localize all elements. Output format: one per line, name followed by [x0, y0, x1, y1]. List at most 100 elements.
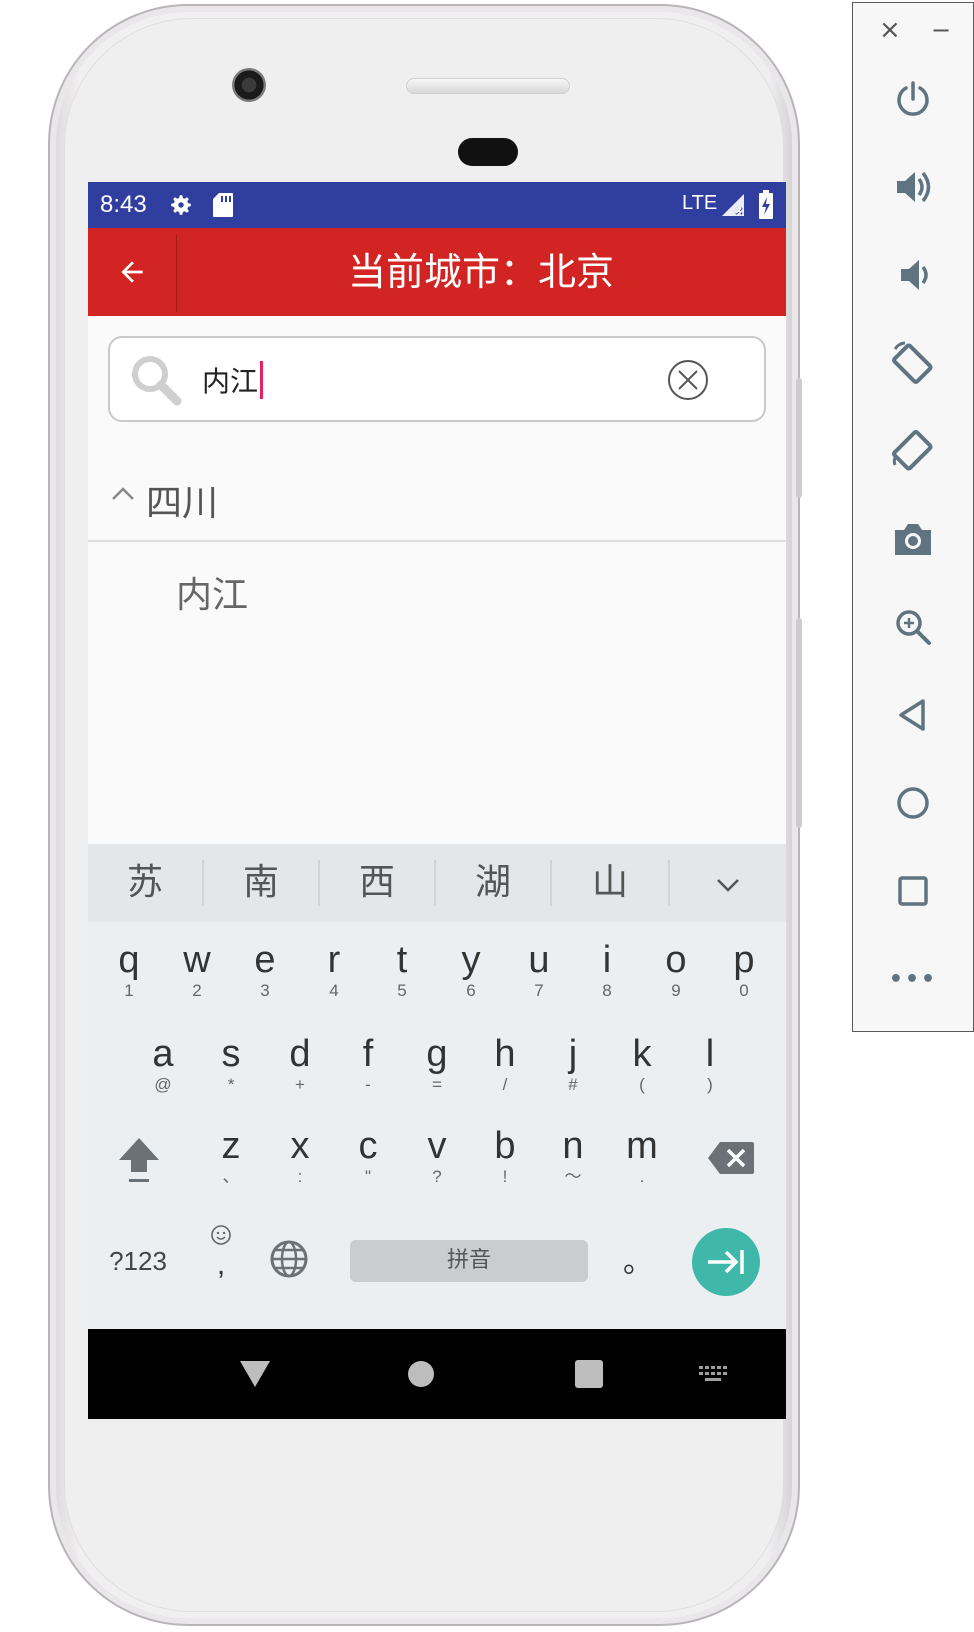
key-h[interactable]: h /: [472, 1034, 538, 1096]
key-s[interactable]: s *: [198, 1034, 264, 1096]
key-q[interactable]: q1: [96, 940, 162, 1002]
key-hint: *: [227, 1075, 235, 1094]
key-hint: 2: [192, 981, 202, 1000]
key-w[interactable]: w2: [164, 940, 230, 1002]
key-r[interactable]: r4: [301, 940, 367, 1002]
rotate-right-button[interactable]: [853, 421, 973, 481]
page-title: 当前城市：北京: [347, 250, 614, 294]
more-button[interactable]: •••: [853, 949, 973, 1009]
key-c[interactable]: c ": [335, 1126, 401, 1188]
key-v[interactable]: v?: [404, 1126, 470, 1188]
symbols-key[interactable]: ?123: [100, 1240, 176, 1282]
key-label: v: [427, 1125, 447, 1167]
volume-down-button[interactable]: [853, 245, 973, 305]
clear-icon[interactable]: [666, 358, 710, 406]
key-label: d: [289, 1033, 311, 1075]
shift-key[interactable]: [106, 1134, 172, 1194]
settings-icon: [168, 192, 194, 222]
candidate-word[interactable]: 南: [204, 844, 318, 922]
city-label: 内江: [176, 575, 249, 616]
key-n[interactable]: n ～: [540, 1126, 606, 1188]
keyboard-icon: [699, 1366, 727, 1381]
key-i[interactable]: i8: [574, 940, 640, 1002]
key-hint: @: [154, 1075, 172, 1094]
minimize-button[interactable]: −: [931, 17, 951, 43]
province-group-header[interactable]: 四川: [88, 450, 786, 542]
key-hint: #: [568, 1075, 578, 1094]
expand-candidates-button[interactable]: [670, 844, 786, 922]
emulator-overview-button[interactable]: [853, 861, 973, 921]
key-label: p: [733, 939, 755, 981]
volume-up-button[interactable]: [853, 157, 973, 217]
key-d[interactable]: d +: [267, 1034, 333, 1096]
key-label: j: [568, 1033, 578, 1075]
nav-recents-button[interactable]: [574, 1359, 604, 1393]
key-o[interactable]: o9: [643, 940, 709, 1002]
power-side-button: [796, 378, 802, 498]
back-button[interactable]: [88, 228, 176, 316]
rotate-left-button[interactable]: [853, 333, 973, 393]
rotate-left-icon: [892, 341, 933, 384]
navigation-bar: [88, 1329, 786, 1419]
key-m[interactable]: m.: [609, 1126, 675, 1188]
globe-icon: [270, 1240, 308, 1278]
city-list-item[interactable]: 内江: [88, 544, 786, 624]
emoji-comma-key[interactable]: ,: [198, 1224, 244, 1280]
key-hint: 8: [602, 981, 612, 1000]
power-button[interactable]: [853, 69, 973, 129]
key-label: u: [528, 939, 550, 981]
key-hint: 3: [260, 981, 270, 1000]
key-label: r: [327, 939, 341, 981]
key-j[interactable]: j #: [540, 1034, 606, 1096]
nav-home-button[interactable]: [406, 1359, 436, 1393]
key-hint: 1: [124, 981, 134, 1000]
backspace-key[interactable]: [698, 1140, 764, 1180]
key-y[interactable]: y6: [438, 940, 504, 1002]
key-k[interactable]: k(: [609, 1034, 675, 1096]
key-hint: +: [295, 1075, 305, 1094]
backspace-icon: [708, 1142, 754, 1174]
search-input[interactable]: 内江: [108, 336, 766, 422]
key-p[interactable]: p0: [711, 940, 777, 1002]
keyboard-switch-button[interactable]: [698, 1365, 728, 1389]
screenshot-button[interactable]: [853, 509, 973, 569]
signal-icon: [720, 192, 746, 222]
enter-button[interactable]: [692, 1228, 760, 1296]
period-key[interactable]: 。: [608, 1242, 668, 1284]
candidate-word[interactable]: 湖: [436, 844, 550, 922]
power-icon: [897, 81, 929, 116]
key-label: a: [152, 1033, 174, 1075]
search-field[interactable]: 内江: [202, 360, 264, 400]
key-label: q: [118, 939, 140, 981]
key-x[interactable]: x:: [267, 1126, 333, 1188]
candidate-word[interactable]: 西: [320, 844, 434, 922]
language-key[interactable]: [266, 1238, 312, 1284]
key-label: h: [494, 1033, 516, 1075]
key-e[interactable]: e3: [232, 940, 298, 1002]
key-l[interactable]: l): [677, 1034, 743, 1096]
close-button[interactable]: ×: [879, 17, 901, 43]
emulator-home-button[interactable]: [853, 773, 973, 833]
key-t[interactable]: t5: [369, 940, 435, 1002]
candidate-word[interactable]: 山: [552, 844, 668, 922]
key-hint: 、: [222, 1167, 240, 1186]
nav-back-button[interactable]: [238, 1359, 272, 1393]
space-key[interactable]: 拼音: [350, 1240, 588, 1282]
key-z[interactable]: z、: [198, 1126, 264, 1188]
key-g[interactable]: g =: [404, 1034, 470, 1096]
key-label: i: [602, 939, 612, 981]
square-recents-icon: [575, 1360, 603, 1388]
key-label: s: [221, 1033, 241, 1075]
key-hint: 7: [534, 981, 544, 1000]
key-a[interactable]: a @: [130, 1034, 196, 1096]
key-u[interactable]: u7: [506, 940, 572, 1002]
province-label: 四川: [146, 483, 219, 524]
volume-side-button: [796, 618, 802, 828]
key-f[interactable]: f-: [335, 1034, 401, 1096]
overview-icon: [898, 876, 928, 906]
zoom-button[interactable]: [853, 597, 973, 657]
phone-screen: 8:43 LTE 当前城市：北京 内江 四川 内江 苏 南 西 湖 山 q 1 …: [88, 182, 786, 1419]
emulator-back-button[interactable]: [853, 685, 973, 745]
key-b[interactable]: b!: [472, 1126, 538, 1188]
candidate-word[interactable]: 苏: [88, 844, 202, 922]
